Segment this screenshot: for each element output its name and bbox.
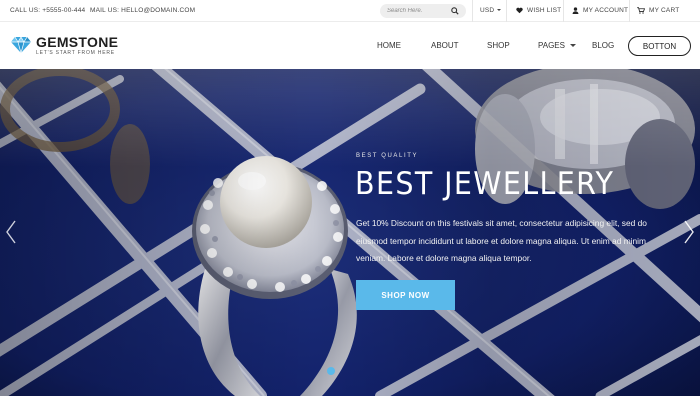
diamond-icon: [11, 36, 31, 54]
top-bar: CALL US: +5555-00-444 MAIL US: HELLO@DOM…: [0, 0, 700, 22]
divider: [472, 0, 473, 22]
caret-down-icon: [497, 9, 502, 12]
hero-headline: BEST JEWELLERY: [355, 166, 615, 202]
divider: [629, 0, 630, 22]
currency-label: USD: [480, 7, 495, 14]
search-box: [380, 4, 466, 18]
divider: [506, 0, 507, 22]
cart-icon: [637, 7, 645, 14]
my-cart-link[interactable]: MY CART: [637, 0, 679, 22]
logo[interactable]: GEMSTONE LET'S START FROM HERE: [10, 34, 120, 58]
search-icon[interactable]: [451, 7, 459, 15]
nav-item-shop[interactable]: SHOP: [487, 22, 510, 69]
hero-description: Get 10% Discount on this festivals sit a…: [356, 218, 647, 263]
hero-slider: BEST QUALITY BEST JEWELLERY Get 10% Disc…: [0, 69, 700, 396]
nav-item-home[interactable]: HOME: [377, 22, 401, 69]
divider: [563, 0, 564, 22]
my-cart-label: MY CART: [649, 7, 680, 14]
currency-select[interactable]: USD: [480, 0, 502, 22]
header-cta-button[interactable]: BOTTON: [628, 36, 691, 56]
logo-tagline: LET'S START FROM HERE: [36, 50, 115, 56]
chevron-left-icon[interactable]: [4, 219, 18, 245]
my-account-link[interactable]: MY ACCOUNT: [572, 0, 628, 22]
slider-dot-active[interactable]: [327, 367, 335, 375]
call-us-text: CALL US: +5555-00-444: [10, 7, 86, 14]
search-input[interactable]: [384, 4, 448, 18]
logo-name: GEMSTONE: [36, 34, 119, 50]
nav-item-about[interactable]: ABOUT: [431, 22, 459, 69]
my-account-label: MY ACCOUNT: [583, 7, 629, 14]
nav-item-pages[interactable]: PAGES: [538, 22, 576, 69]
wishlist-label: WISH LIST: [527, 7, 562, 14]
main-header: GEMSTONE LET'S START FROM HERE HOME ABOU…: [0, 22, 700, 69]
caret-down-icon: [569, 44, 576, 48]
nav-item-blog[interactable]: BLOG: [592, 22, 614, 69]
heart-icon: [516, 7, 523, 14]
shop-now-button[interactable]: SHOP NOW: [356, 280, 455, 310]
user-icon: [572, 7, 579, 14]
page-bottom: [0, 396, 700, 408]
wishlist-link[interactable]: WISH LIST: [516, 0, 561, 22]
hero-kicker: BEST QUALITY: [356, 153, 419, 159]
nav-item-pages-label: PAGES: [538, 41, 565, 50]
chevron-right-icon[interactable]: [682, 219, 696, 245]
mail-us-text: MAIL US: HELLO@DOMAIN.COM: [90, 7, 196, 14]
